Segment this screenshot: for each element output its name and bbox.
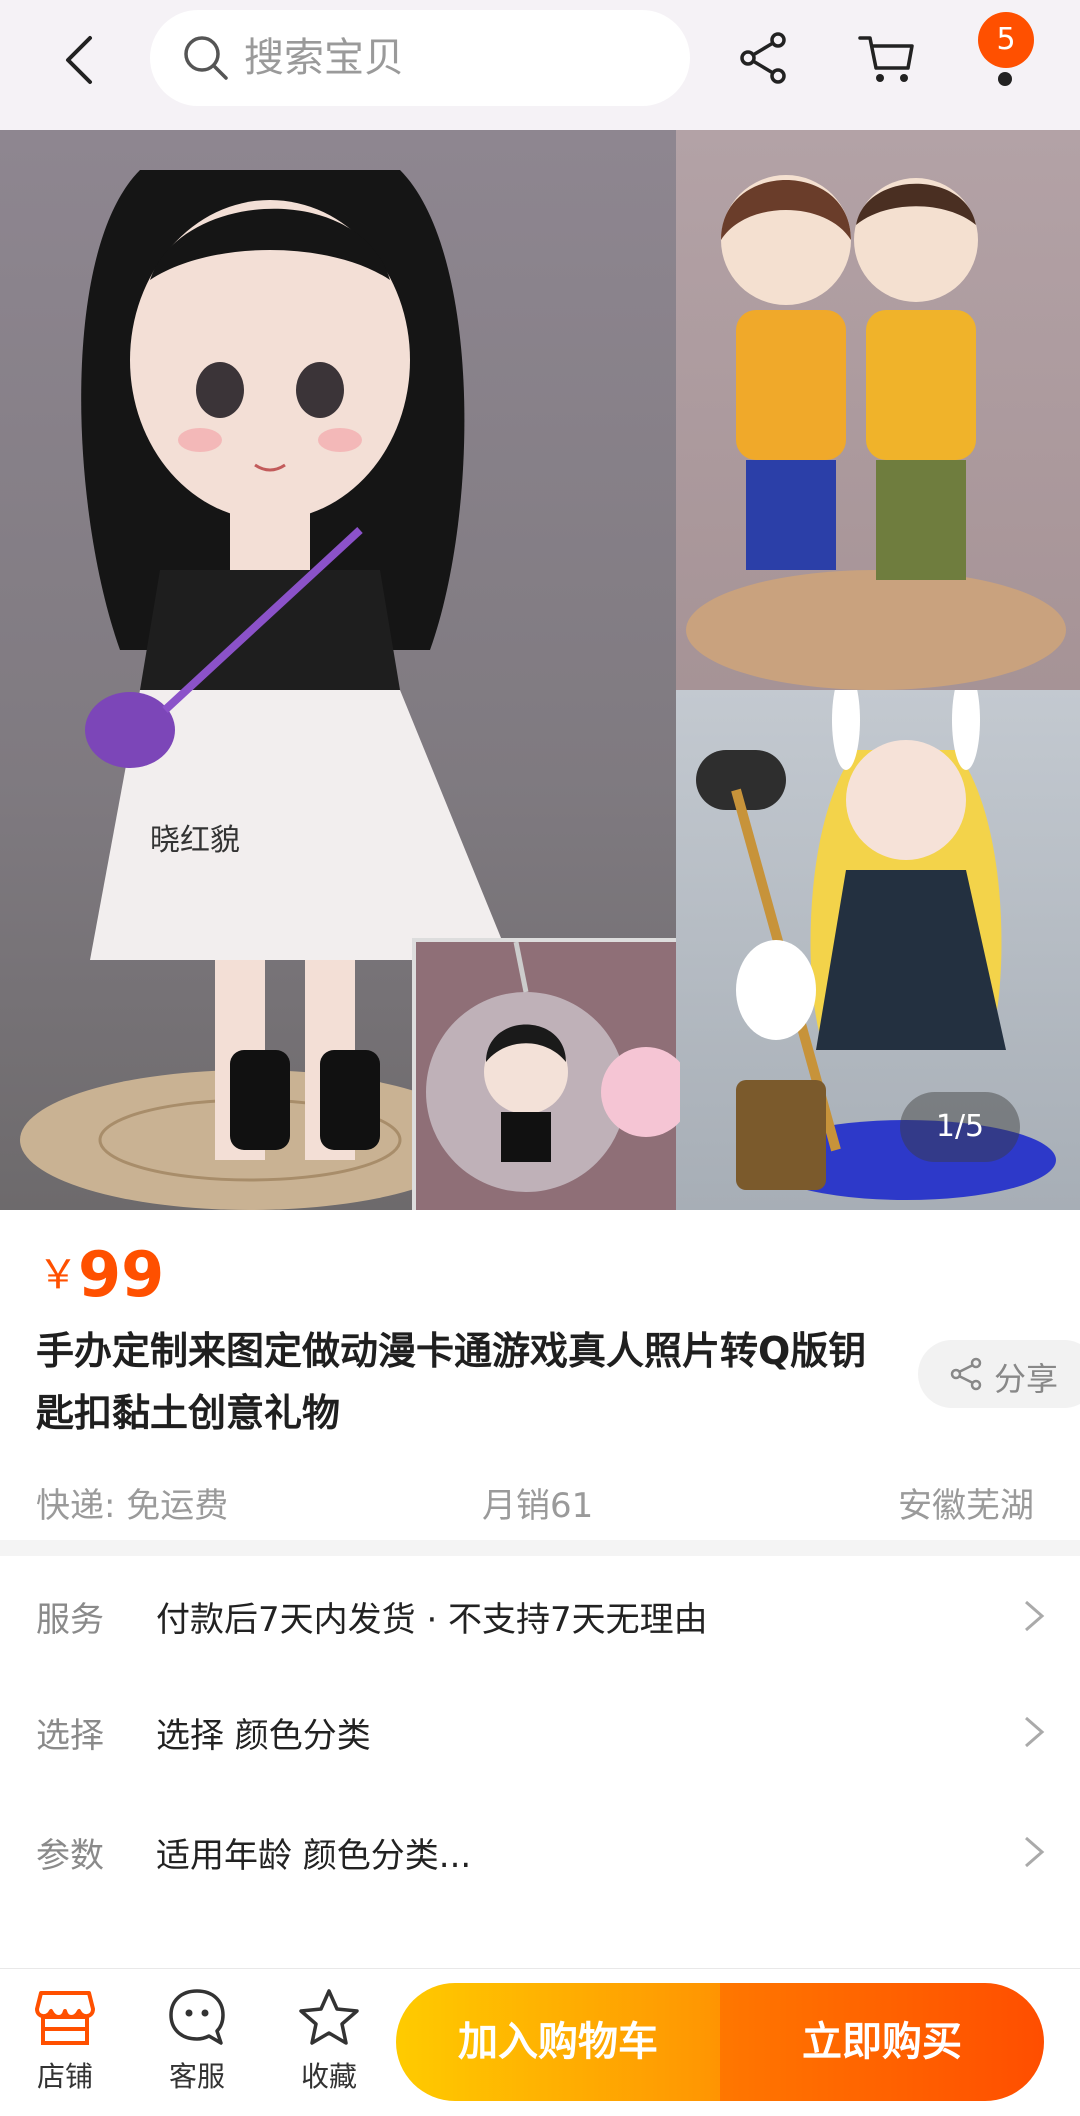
product-photo-keychain xyxy=(412,938,691,1210)
price-value: 99 xyxy=(78,1238,165,1311)
search-bar[interactable]: 搜索宝贝 xyxy=(150,10,690,106)
chat-face-icon xyxy=(169,1989,225,2045)
product-info-card: ￥99 手办定制来图定做动漫卡通游戏真人照片转Q版钥匙扣黏土创意礼物 分享 快递… xyxy=(0,1210,1080,1540)
star-icon xyxy=(299,1989,359,2045)
bottom-action-bar: 店铺 客服 收藏 加入购物车 立即购买 xyxy=(0,1968,1080,2116)
share-button[interactable]: 分享 xyxy=(918,1340,1080,1408)
favorite-label: 收藏 xyxy=(300,2060,357,2093)
service-label: 客服 xyxy=(168,2060,225,2093)
top-bar: 搜索宝贝 5 xyxy=(0,0,1080,130)
store-icon xyxy=(35,1991,95,2045)
image-counter: 1/5 xyxy=(900,1092,1020,1162)
search-placeholder: 搜索宝贝 xyxy=(244,35,404,81)
shipping-info: 快递: 免运费 xyxy=(36,1486,229,1526)
chevron-right-icon xyxy=(1025,1716,1045,1748)
keychain-illustration xyxy=(426,941,691,1192)
back-arrow-icon[interactable] xyxy=(52,30,112,90)
favorite-tab[interactable]: 收藏 xyxy=(274,1987,384,2095)
search-icon xyxy=(184,36,228,80)
option-key: 选择 xyxy=(36,1716,104,1756)
customer-service-tab[interactable]: 客服 xyxy=(142,1987,252,2095)
couple-figure-illustration xyxy=(686,175,1066,690)
share-icon xyxy=(950,1357,982,1391)
option-row-select[interactable]: 选择 选择 颜色分类 xyxy=(0,1672,1080,1792)
chevron-right-icon xyxy=(1025,1600,1045,1632)
chevron-right-icon xyxy=(1025,1836,1045,1868)
option-key: 服务 xyxy=(36,1600,104,1640)
currency-symbol: ￥ xyxy=(38,1252,78,1298)
buy-now-button[interactable]: 立即购买 xyxy=(720,1983,1044,2101)
product-options-list: 服务 付款后7天内发货 · 不支持7天无理由 选择 选择 颜色分类 参数 适用年… xyxy=(0,1556,1080,1968)
share-label: 分享 xyxy=(994,1360,1059,1398)
seller-location: 安徽芜湖 xyxy=(898,1486,1034,1526)
option-value: 选择 颜色分类 xyxy=(156,1716,371,1756)
store-label: 店铺 xyxy=(36,2060,93,2093)
product-title: 手办定制来图定做动漫卡通游戏真人照片转Q版钥匙扣黏土创意礼物 xyxy=(36,1329,867,1435)
purchase-buttons: 加入购物车 立即购买 xyxy=(396,1983,1044,2101)
store-tab[interactable]: 店铺 xyxy=(10,1987,120,2095)
cart-icon[interactable] xyxy=(856,28,918,90)
watermark-text: 晓红貌 xyxy=(150,823,240,858)
option-row-service[interactable]: 服务 付款后7天内发货 · 不支持7天无理由 xyxy=(0,1556,1080,1676)
option-value: 付款后7天内发货 · 不支持7天无理由 xyxy=(156,1600,708,1640)
option-key: 参数 xyxy=(36,1836,104,1876)
more-dot-icon[interactable] xyxy=(998,72,1012,86)
product-photo-couple-figure xyxy=(676,130,1080,690)
option-value: 适用年龄 颜色分类... xyxy=(156,1836,472,1876)
price: ￥99 xyxy=(38,1238,164,1311)
message-count-badge[interactable]: 5 xyxy=(978,12,1034,68)
share-icon[interactable] xyxy=(736,30,792,86)
monthly-sales: 月销61 xyxy=(482,1486,594,1526)
add-to-cart-button[interactable]: 加入购物车 xyxy=(396,1983,720,2101)
option-row-params[interactable]: 参数 适用年龄 颜色分类... xyxy=(0,1792,1080,1912)
product-image-gallery[interactable]: 晓红貌 1/5 xyxy=(0,130,1080,1210)
